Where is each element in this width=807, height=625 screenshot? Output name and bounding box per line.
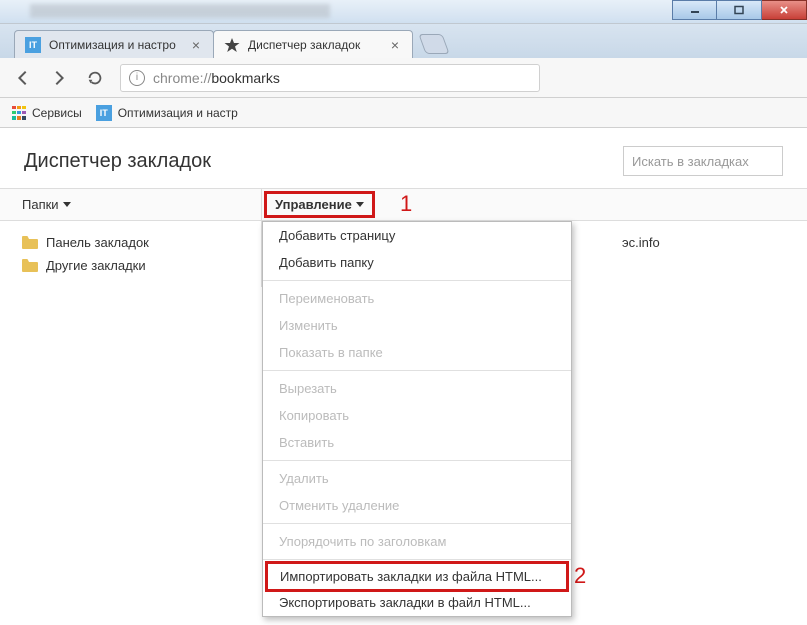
apps-label: Сервисы — [32, 106, 82, 120]
tab-close-icon[interactable]: × — [388, 38, 402, 52]
new-tab-button[interactable] — [418, 34, 449, 54]
manage-dropdown-menu: Добавить страницуДобавить папку Переимено… — [262, 221, 572, 617]
apps-button[interactable]: Сервисы — [12, 106, 82, 120]
back-button[interactable] — [12, 67, 34, 89]
manage-header-label: Управление — [275, 197, 352, 212]
menu-item: Упорядочить по заголовкам — [263, 528, 571, 555]
menu-item: Копировать — [263, 402, 571, 429]
folder-icon — [22, 236, 38, 249]
menu-separator — [263, 523, 571, 524]
menu-item: Вырезать — [263, 375, 571, 402]
menu-item: Изменить — [263, 312, 571, 339]
it-favicon: IT — [96, 105, 112, 121]
menu-item[interactable]: Экспортировать закладки в файл HTML... — [263, 589, 571, 616]
browser-toolbar: i chrome://bookmarks — [0, 58, 807, 98]
menu-item: Показать в папке — [263, 339, 571, 366]
url-protocol: chrome:// — [153, 70, 211, 86]
menu-separator — [263, 370, 571, 371]
search-bookmarks-input[interactable] — [623, 146, 783, 176]
chevron-down-icon — [63, 202, 71, 207]
menu-separator — [263, 559, 571, 560]
window-close-button[interactable] — [762, 0, 807, 20]
page-header: Диспетчер закладок — [0, 128, 807, 188]
column-headers: Папки Управление 1 — [0, 188, 807, 221]
folder-item-label: Другие закладки — [46, 258, 146, 273]
tab-title: Оптимизация и настро — [49, 38, 183, 52]
star-favicon — [224, 37, 240, 53]
menu-item[interactable]: Добавить папку — [263, 249, 571, 276]
window-title-blurred — [30, 4, 330, 18]
tab-close-icon[interactable]: × — [189, 38, 203, 52]
bookmarks-list-area: эс.info Добавить страницуДобавить папкуП… — [262, 221, 807, 287]
bookmark-link-fragment[interactable]: эс.info — [622, 235, 660, 250]
folders-sidebar: Панель закладок Другие закладки — [0, 221, 262, 287]
annotation-one: 1 — [400, 191, 412, 217]
it-favicon: IT — [25, 37, 41, 53]
chevron-down-icon — [356, 202, 364, 207]
window-minimize-button[interactable] — [672, 0, 717, 20]
annotation-two: 2 — [574, 563, 586, 589]
content-area: Панель закладок Другие закладки эс.info … — [0, 221, 807, 287]
url-path: bookmarks — [211, 70, 279, 86]
menu-item: Переименовать — [263, 285, 571, 312]
folder-icon — [22, 259, 38, 272]
bookmark-bar-item[interactable]: IT Оптимизация и настр — [96, 105, 238, 121]
browser-tab-active[interactable]: Диспетчер закладок × — [213, 30, 413, 58]
address-bar[interactable]: i chrome://bookmarks — [120, 64, 540, 92]
tab-title: Диспетчер закладок — [248, 38, 382, 52]
bookmarks-bar: Сервисы IT Оптимизация и настр — [0, 98, 807, 128]
folders-column-header[interactable]: Папки — [0, 189, 262, 220]
reload-button[interactable] — [84, 67, 106, 89]
tab-strip: IT Оптимизация и настро × Диспетчер закл… — [0, 24, 807, 58]
menu-item[interactable]: Импортировать закладки из файла HTML... — [265, 561, 569, 592]
page-title: Диспетчер закладок — [24, 150, 211, 173]
bookmark-bar-item-label: Оптимизация и настр — [118, 106, 238, 120]
menu-separator — [263, 460, 571, 461]
menu-item: Вставить — [263, 429, 571, 456]
folder-item-label: Панель закладок — [46, 235, 149, 250]
window-controls — [672, 0, 807, 20]
browser-tab[interactable]: IT Оптимизация и настро × — [14, 30, 214, 58]
manage-dropdown-toggle[interactable]: Управление — [264, 191, 375, 218]
forward-button[interactable] — [48, 67, 70, 89]
folders-header-label: Папки — [22, 197, 59, 212]
window-titlebar — [0, 0, 807, 24]
menu-item: Удалить — [263, 465, 571, 492]
window-maximize-button[interactable] — [717, 0, 762, 20]
page-info-icon[interactable]: i — [129, 70, 145, 86]
menu-separator — [263, 280, 571, 281]
menu-item: Отменить удаление — [263, 492, 571, 519]
menu-item[interactable]: Добавить страницу — [263, 222, 571, 249]
apps-grid-icon — [12, 106, 26, 120]
folder-item[interactable]: Панель закладок — [0, 231, 261, 254]
folder-item[interactable]: Другие закладки — [0, 254, 261, 277]
